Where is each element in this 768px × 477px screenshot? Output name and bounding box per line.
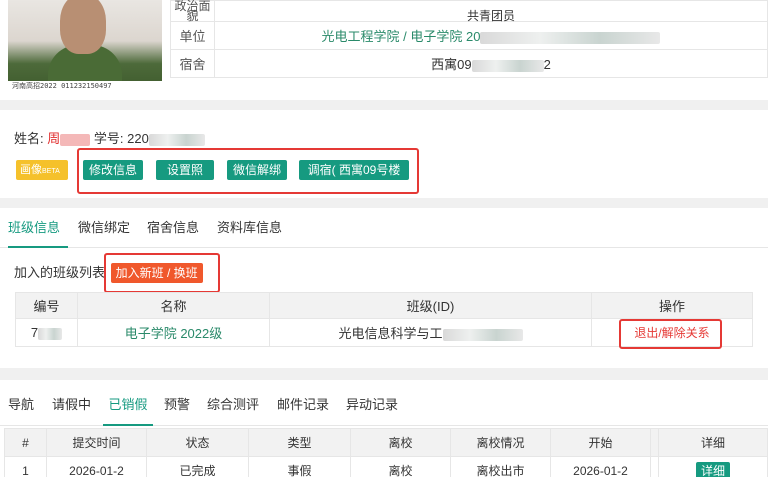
col-header: 离校 — [350, 428, 451, 457]
blurred-text — [480, 31, 661, 44]
col-header: 状态 — [146, 428, 249, 457]
col-header: 班级(ID) — [269, 292, 592, 319]
tab-navigation[interactable]: 导航 — [8, 380, 34, 426]
leave-table: # 提交时间 状态 类型 离校 离校情况 开始 详细 1 2026-01-2 已… — [4, 428, 768, 477]
profile-panel: 河南高招2022 011232150497 政治面貌 共青团员 单位 光电工程学… — [0, 0, 768, 100]
name-value: 周 — [47, 131, 61, 146]
tab-class-info[interactable]: 班级信息 — [8, 208, 68, 248]
class-name-cell: 电子学院 2022级 — [77, 318, 270, 347]
class-name-link[interactable]: 电子学院 2022级 — [125, 326, 223, 341]
col-header: 离校情况 — [450, 428, 551, 457]
row-label: 宿舍 — [170, 49, 215, 78]
detail-cell: 详细 — [658, 456, 768, 477]
col-header: 类型 — [248, 428, 351, 457]
class-detail-cell: 光电信息科学与工 — [269, 318, 592, 347]
tab-warning[interactable]: 预警 — [164, 380, 190, 426]
portrait-button[interactable]: 画像BETA — [16, 160, 68, 180]
blurred-text — [148, 133, 205, 146]
col-header: 详细 — [658, 428, 768, 457]
tab-wechat-binding[interactable]: 微信绑定 — [78, 208, 130, 248]
blurred-text — [60, 133, 91, 146]
class-id-cell: 7 — [15, 318, 78, 347]
blurred-text — [471, 59, 544, 72]
name-label: 姓名: — [14, 131, 44, 146]
table-row: 1 2026-01-2 已完成 事假 离校 离校出市 2026-01-2 详细 — [4, 456, 768, 477]
photo-caption: 河南高招2022 011232150497 — [8, 81, 162, 91]
unit-cell: 光电工程学院 / 电子学院 20 — [214, 21, 768, 50]
col-header: 操作 — [591, 292, 753, 319]
status: 已完成 — [146, 456, 249, 477]
unit-link[interactable]: 光电工程学院 / 电子学院 20 — [322, 29, 481, 44]
table-row: 宿舍 西寓09 2 — [170, 49, 768, 78]
tab-leave-closed[interactable]: 已销假 — [103, 380, 153, 426]
class-detail: 光电信息科学与工 — [338, 326, 443, 341]
blurred-text — [38, 327, 63, 340]
info-tabs: 班级信息 微信绑定 宿舍信息 资料库信息 — [0, 208, 768, 248]
dorm-value: 西寓09 — [431, 57, 472, 72]
highlight-box — [77, 148, 419, 194]
table-header: # 提交时间 状态 类型 离校 离校情况 开始 详细 — [4, 428, 768, 457]
leave-school: 离校 — [350, 456, 451, 477]
name-row: 姓名: 周 学号: 220 — [14, 128, 205, 147]
highlight-box — [619, 319, 722, 349]
row-number: 1 — [4, 456, 47, 477]
submit-time: 2026-01-2 — [46, 456, 147, 477]
id-label: 学号: — [93, 131, 124, 146]
tab-mail-records[interactable]: 邮件记录 — [277, 380, 329, 426]
student-photo: 河南高招2022 011232150497 — [8, 0, 162, 91]
tab-on-leave[interactable]: 请假中 — [52, 380, 91, 426]
col-header: # — [4, 428, 47, 457]
detail-button[interactable]: 详细 — [695, 461, 730, 477]
portrait-label: 画像 — [20, 164, 42, 176]
table-row: 政治面貌 共青团员 — [170, 0, 768, 22]
col-header: 开始 — [550, 428, 651, 457]
start-time: 2026-01-2 — [550, 456, 651, 477]
tab-dorm-info[interactable]: 宿舍信息 — [147, 208, 199, 248]
table-header: 编号 名称 班级(ID) 操作 — [15, 292, 753, 319]
records-section: 导航 请假中 已销假 预警 综合测评 邮件记录 异动记录 # 提交时间 状态 类… — [0, 380, 768, 477]
leave-situation: 离校出市 — [450, 456, 551, 477]
blank-cell — [650, 456, 659, 477]
student-summary: 姓名: 周 学号: 220 画像BETA 修改信息 设置照片 微信解绑 调宿( … — [0, 110, 768, 198]
dorm-suffix: 2 — [543, 57, 551, 72]
tab-change-records[interactable]: 异动记录 — [346, 380, 398, 426]
tab-database-info[interactable]: 资料库信息 — [217, 208, 282, 248]
class-number: 7 — [30, 325, 39, 340]
col-header — [650, 428, 659, 457]
row-label: 单位 — [170, 21, 215, 50]
beta-label: BETA — [42, 168, 60, 175]
col-header: 编号 — [15, 292, 78, 319]
blurred-text — [442, 328, 523, 341]
table-row: 单位 光电工程学院 / 电子学院 20 — [170, 21, 768, 50]
class-list-label: 加入的班级列表 — [14, 265, 106, 280]
records-tabs: 导航 请假中 已销假 预警 综合测评 邮件记录 异动记录 — [0, 380, 768, 426]
highlight-box — [104, 253, 220, 293]
col-header: 名称 — [77, 292, 270, 319]
political-status: 共青团员 — [214, 0, 768, 22]
profile-info-table: 政治面貌 共青团员 单位 光电工程学院 / 电子学院 20 宿舍 西寓09 2 — [170, 0, 768, 78]
leave-type: 事假 — [248, 456, 351, 477]
id-value: 220 — [127, 131, 149, 146]
dorm-cell: 西寓09 2 — [214, 49, 768, 78]
row-label: 政治面貌 — [170, 0, 215, 22]
class-section: 班级信息 微信绑定 宿舍信息 资料库信息 加入的班级列表 加入新班 / 换班 编… — [0, 208, 768, 368]
col-header: 提交时间 — [46, 428, 147, 457]
tab-evaluation[interactable]: 综合测评 — [207, 380, 259, 426]
